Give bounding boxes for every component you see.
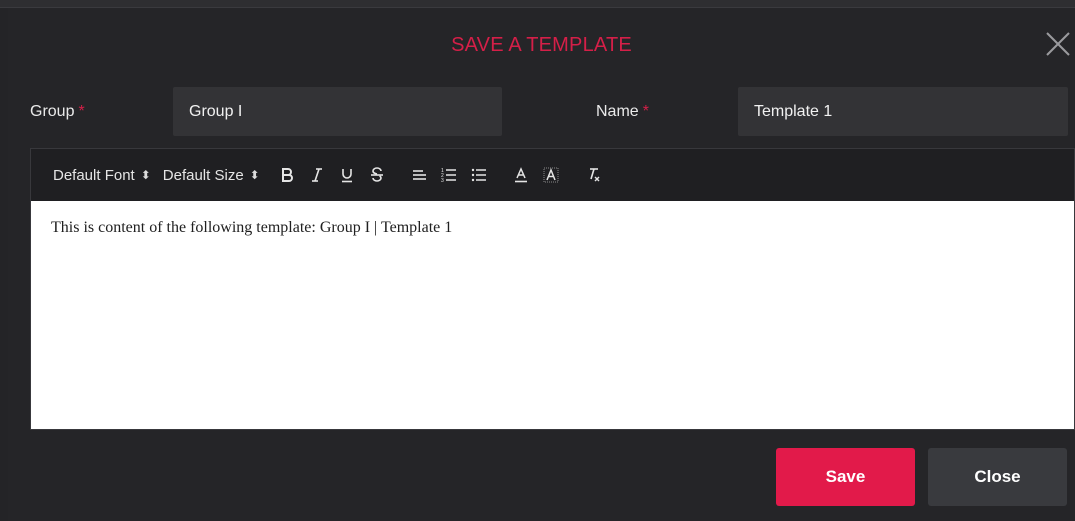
name-required-marker: * xyxy=(642,103,649,120)
editor-content[interactable]: This is content of the following templat… xyxy=(31,201,1074,429)
select-caret-icon: ⬍ xyxy=(140,168,151,182)
group-required-marker: * xyxy=(78,103,85,120)
bold-icon[interactable] xyxy=(272,160,302,190)
name-label: Name * xyxy=(596,100,649,124)
name-field[interactable]: Template 1 xyxy=(738,87,1068,136)
underline-icon[interactable] xyxy=(332,160,362,190)
clear-formatting-icon[interactable] xyxy=(578,160,608,190)
group-label-text: Group xyxy=(30,103,75,120)
dialog-title: SAVE A TEMPLATE xyxy=(451,34,632,56)
name-label-text: Name xyxy=(596,103,639,120)
size-select-value: Default Size xyxy=(162,166,244,184)
background-app-strip xyxy=(0,0,1075,8)
background-color-icon[interactable] xyxy=(536,160,566,190)
ordered-list-icon[interactable]: 123 xyxy=(434,160,464,190)
close-icon[interactable] xyxy=(1041,27,1075,61)
group-label: Group * xyxy=(30,100,85,124)
save-button[interactable]: Save xyxy=(776,448,915,506)
font-select[interactable]: Default Font ⬍ xyxy=(53,167,151,184)
italic-icon[interactable] xyxy=(302,160,332,190)
size-select[interactable]: Default Size ⬍ xyxy=(163,167,260,184)
select-caret-icon: ⬍ xyxy=(249,168,260,182)
editor-toolbar: Default Font ⬍ Default Size ⬍ 1 2 3 xyxy=(31,149,1074,201)
font-select-value: Default Font xyxy=(53,166,135,184)
rich-text-editor: Default Font ⬍ Default Size ⬍ 1 2 3 This… xyxy=(30,148,1075,430)
strikethrough-icon[interactable] xyxy=(362,160,392,190)
save-template-dialog: SAVE A TEMPLATE Group * Group I Name * Tem… xyxy=(8,8,1075,521)
align-icon[interactable] xyxy=(404,160,434,190)
bullet-list-icon[interactable] xyxy=(464,160,494,190)
close-button[interactable]: Close xyxy=(928,448,1067,506)
svg-text:3: 3 xyxy=(441,178,444,183)
group-field[interactable]: Group I xyxy=(173,87,502,136)
text-color-icon[interactable] xyxy=(506,160,536,190)
